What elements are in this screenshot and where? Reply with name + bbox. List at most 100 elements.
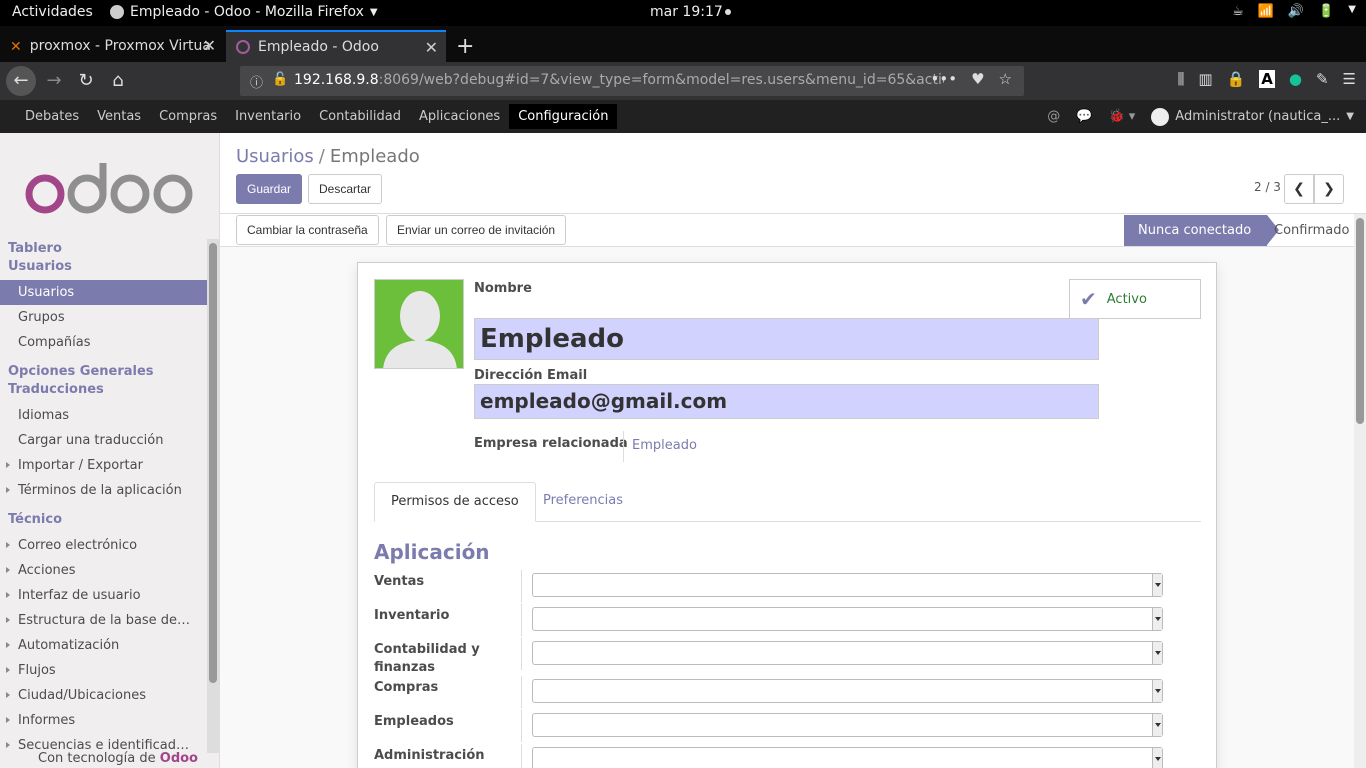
sidebar-item-importar-exportar[interactable]: Importar / Exportar bbox=[0, 453, 207, 478]
permission-select-compras[interactable] bbox=[532, 679, 1163, 703]
sidebar-item-grupos[interactable]: Grupos bbox=[0, 305, 207, 330]
close-icon[interactable]: ✕ bbox=[425, 38, 438, 57]
wifi-icon: 📶 bbox=[1257, 4, 1274, 19]
dropdown-arrow-icon bbox=[1152, 680, 1162, 702]
sidebar-item-interfaz[interactable]: Interfaz de usuario bbox=[0, 583, 207, 608]
menu-item-contabilidad[interactable]: Contabilidad bbox=[310, 100, 410, 133]
pager-previous-button[interactable]: ❮ bbox=[1284, 174, 1314, 204]
odoo-logo[interactable] bbox=[24, 163, 196, 215]
font-extension-icon[interactable]: A bbox=[1259, 70, 1275, 88]
grammarly-icon[interactable]: ● bbox=[1289, 70, 1302, 88]
sidebar-item-acciones[interactable]: Acciones bbox=[0, 558, 207, 583]
sidebar-item-cargar-traduccion[interactable]: Cargar una traducción bbox=[0, 428, 207, 453]
send-invitation-button[interactable]: Enviar un correo de invitación bbox=[386, 215, 567, 245]
extension-icon[interactable]: ✎ bbox=[1316, 70, 1329, 88]
sidebar-section-tecnico[interactable]: Técnico bbox=[0, 511, 207, 529]
form-scrollbar[interactable] bbox=[1354, 214, 1366, 768]
powered-by-text: Con tecnología de bbox=[38, 751, 156, 766]
discard-button[interactable]: Descartar bbox=[308, 174, 383, 204]
permission-select-inventario[interactable] bbox=[532, 607, 1163, 631]
permission-select-contabilidad[interactable] bbox=[532, 641, 1163, 665]
email-label: Dirección Email bbox=[474, 368, 588, 383]
stage-never-connected[interactable]: Nunca conectado bbox=[1124, 215, 1280, 246]
home-icon[interactable]: ⌂ bbox=[104, 68, 132, 94]
scrollbar-thumb[interactable] bbox=[209, 243, 217, 683]
sidebar-item-informes[interactable]: Informes bbox=[0, 708, 207, 733]
chevron-down-icon: ▼ bbox=[369, 6, 378, 18]
scrollbar-thumb[interactable] bbox=[1356, 218, 1364, 424]
chevron-down-icon: ▼ bbox=[1348, 4, 1356, 15]
sidebar-section-opciones-generales[interactable]: Opciones Generales bbox=[0, 363, 207, 381]
sidebar-item-automatizacion[interactable]: Automatización bbox=[0, 633, 207, 658]
menu-icon[interactable]: ☰ bbox=[1343, 70, 1356, 88]
active-toggle-button[interactable]: ✔ Activo bbox=[1069, 279, 1201, 319]
powered-by-brand[interactable]: Odoo bbox=[160, 751, 198, 766]
stage-confirmed[interactable]: Confirmado bbox=[1260, 215, 1363, 246]
sidebar-item-idiomas[interactable]: Idiomas bbox=[0, 403, 207, 428]
browser-tab-proxmox[interactable]: ✕ proxmox - Proxmox Virtua ✕ bbox=[0, 30, 224, 62]
sidebar-section-usuarios[interactable]: Usuarios bbox=[0, 258, 207, 276]
sidebar-item-ciudad[interactable]: Ciudad/Ubicaciones bbox=[0, 683, 207, 708]
back-icon[interactable]: ← bbox=[6, 66, 36, 96]
info-icon[interactable]: ⓘ bbox=[250, 72, 263, 91]
at-icon[interactable]: @ bbox=[1047, 109, 1060, 124]
user-menu[interactable]: Administrator (nautica_... ▼ bbox=[1151, 107, 1354, 126]
pager-next-button[interactable]: ❯ bbox=[1314, 174, 1344, 204]
system-tray[interactable]: ☕ 📶 🔊 🔋 ▼ bbox=[1232, 4, 1356, 19]
save-button[interactable]: Guardar bbox=[236, 174, 303, 204]
sidebar-scrollbar[interactable] bbox=[207, 239, 219, 753]
change-password-button[interactable]: Cambiar la contraseña bbox=[236, 215, 379, 245]
tab-preferences[interactable]: Preferencias bbox=[527, 482, 639, 522]
dropdown-arrow-icon bbox=[1152, 608, 1162, 630]
menu-item-ventas[interactable]: Ventas bbox=[88, 100, 150, 133]
url-bar[interactable]: ⓘ 🔓 192.168.9.8:8069/web?debug#id=7&view… bbox=[240, 66, 1024, 96]
name-input[interactable]: Empleado bbox=[474, 318, 1099, 360]
related-company-link[interactable]: Empleado bbox=[632, 438, 697, 453]
browser-tab-odoo[interactable]: Empleado - Odoo ✕ bbox=[226, 30, 446, 62]
permission-select-administracion[interactable] bbox=[532, 747, 1163, 768]
url-text[interactable]: 192.168.9.8:8069/web?debug#id=7&view_typ… bbox=[294, 72, 944, 88]
app-menu-label: Empleado - Odoo - Mozilla Firefox bbox=[130, 4, 364, 20]
menu-item-compras[interactable]: Compras bbox=[150, 100, 226, 133]
privacy-icon[interactable]: 🔒 bbox=[1227, 70, 1246, 88]
menu-item-aplicaciones[interactable]: Aplicaciones bbox=[410, 100, 509, 133]
library-icon[interactable]: ⫼ bbox=[1177, 70, 1184, 88]
activities-button[interactable]: Actividades bbox=[12, 4, 93, 20]
sidebar-item-correo[interactable]: Correo electrónico bbox=[0, 533, 207, 558]
sidebar-section-tablero[interactable]: Tablero bbox=[0, 240, 207, 258]
email-input[interactable]: empleado@gmail.com bbox=[474, 384, 1099, 419]
star-icon[interactable]: ☆ bbox=[999, 70, 1012, 88]
chevron-right-icon: ❯ bbox=[1323, 181, 1335, 197]
chat-icon[interactable]: 💬 bbox=[1076, 109, 1092, 124]
sidebar-icon[interactable]: ▥ bbox=[1198, 70, 1212, 88]
sidebar-item-companias[interactable]: Compañías bbox=[0, 330, 207, 355]
user-avatar-image[interactable] bbox=[374, 279, 464, 369]
forward-icon[interactable]: → bbox=[40, 68, 68, 94]
new-tab-icon[interactable]: + bbox=[456, 34, 474, 59]
url-actions: ••• ♥ ☆ bbox=[931, 70, 1012, 88]
sidebar-item-flujos[interactable]: Flujos bbox=[0, 658, 207, 683]
permission-select-empleados[interactable] bbox=[532, 713, 1163, 737]
menu-item-configuracion[interactable]: Configuración bbox=[509, 104, 618, 129]
reload-icon[interactable]: ↻ bbox=[72, 68, 100, 94]
clock[interactable]: mar 19:17 bbox=[650, 4, 731, 20]
tab-access-rights[interactable]: Permisos de acceso bbox=[374, 482, 536, 522]
sidebar-section-traducciones[interactable]: Traducciones bbox=[0, 381, 207, 399]
breadcrumb-parent[interactable]: Usuarios bbox=[236, 146, 314, 167]
insecure-lock-icon[interactable]: 🔓 bbox=[272, 72, 288, 87]
menu-item-inventario[interactable]: Inventario bbox=[226, 100, 310, 133]
sidebar-item-terminos[interactable]: Términos de la aplicación bbox=[0, 478, 207, 503]
debug-bug-icon[interactable]: 🐞 ▾ bbox=[1108, 109, 1135, 124]
chevron-left-icon: ❮ bbox=[1293, 181, 1305, 197]
more-icon[interactable]: ••• bbox=[931, 70, 958, 88]
app-menu[interactable]: Empleado - Odoo - Mozilla Firefox ▼ bbox=[110, 4, 378, 20]
permission-select-ventas[interactable] bbox=[532, 573, 1163, 597]
pager-value: 2 / 3 bbox=[1254, 180, 1281, 194]
proxmox-icon: ✕ bbox=[10, 39, 22, 55]
sidebar-item-estructura[interactable]: Estructura de la base de… bbox=[0, 608, 207, 633]
pocket-icon[interactable]: ♥ bbox=[971, 70, 984, 88]
sidebar-item-usuarios[interactable]: Usuarios bbox=[0, 280, 207, 305]
menu-item-debates[interactable]: Debates bbox=[16, 100, 88, 133]
close-icon[interactable]: ✕ bbox=[203, 36, 216, 55]
field-divider bbox=[521, 744, 522, 768]
